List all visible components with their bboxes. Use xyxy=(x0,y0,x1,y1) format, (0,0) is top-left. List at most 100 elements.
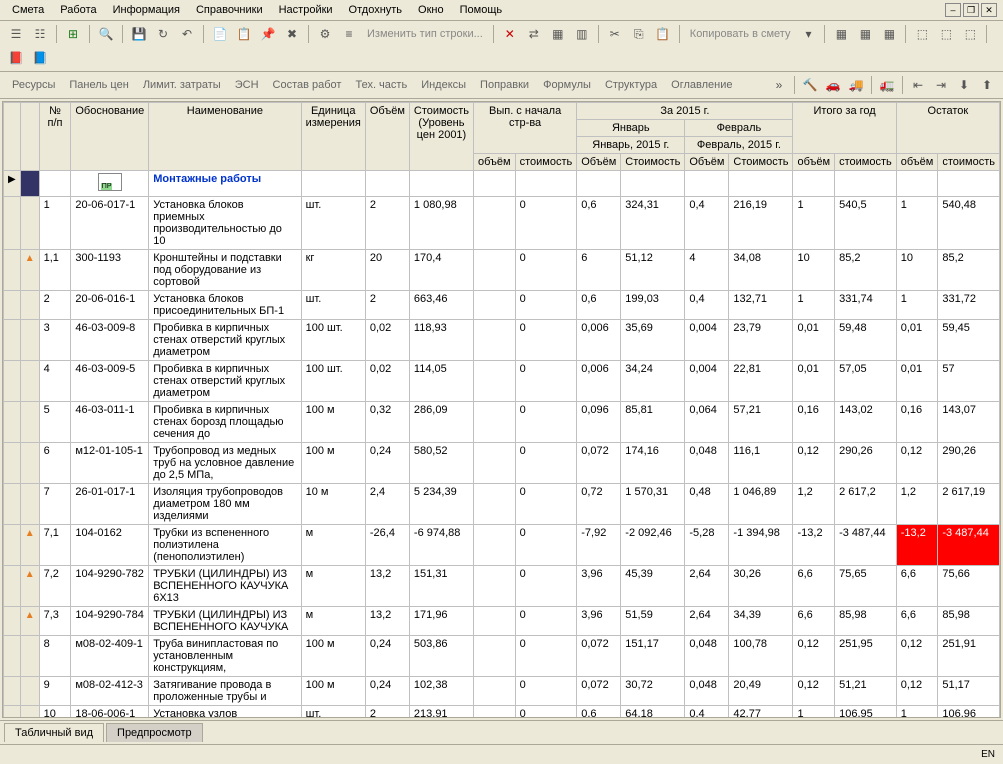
save-icon[interactable]: 💾 xyxy=(129,24,149,44)
menu-info[interactable]: Информация xyxy=(107,2,186,18)
tab-corrections[interactable]: Поправки xyxy=(474,77,535,93)
list-icon[interactable]: ≡ xyxy=(339,24,359,44)
copy-to-smeta[interactable]: Копировать в смету xyxy=(686,28,795,40)
sub-jcst[interactable]: Стоимость xyxy=(621,154,685,171)
cols-icon[interactable]: ▦ xyxy=(548,24,568,44)
sub-yvol[interactable]: объём xyxy=(793,154,835,171)
menu-rest[interactable]: Отдохнуть xyxy=(343,2,409,18)
menu-smeta[interactable]: Смета xyxy=(6,2,50,18)
menu-refs[interactable]: Справочники xyxy=(190,2,269,18)
table-row[interactable]: 546-03-011-1Пробивка в кирпичных стенах … xyxy=(4,402,1000,443)
tree2-icon[interactable]: ☷ xyxy=(30,24,50,44)
col-since[interactable]: Вып. с начала стр-ва xyxy=(473,103,576,154)
tab-toc[interactable]: Оглавление xyxy=(665,77,738,93)
table-row[interactable]: 446-03-009-5Пробивка в кирпичных стенах … xyxy=(4,361,1000,402)
table-row[interactable]: 346-03-009-8Пробивка в кирпичных стенах … xyxy=(4,320,1000,361)
menu-help[interactable]: Помощь xyxy=(454,2,509,18)
indent-icon[interactable]: ⬚ xyxy=(912,24,932,44)
menu-settings[interactable]: Настройки xyxy=(273,2,339,18)
excel-icon[interactable]: ⊞ xyxy=(63,24,83,44)
sub-jvol[interactable]: Объём xyxy=(577,154,621,171)
tab-pricepanel[interactable]: Панель цен xyxy=(63,77,134,93)
refresh-icon[interactable]: ↻ xyxy=(153,24,173,44)
table-row[interactable]: 8м08-02-409-1Труба винипластовая по уста… xyxy=(4,636,1000,677)
outdent-icon[interactable]: ⬚ xyxy=(936,24,956,44)
col-jan[interactable]: Январь xyxy=(577,120,685,137)
col-yeartotal[interactable]: Итого за год xyxy=(793,103,896,154)
tab-formulas[interactable]: Формулы xyxy=(537,77,597,93)
col-cost[interactable]: Стоимость (Уровень цен 2001) xyxy=(409,103,473,171)
sub-cst[interactable]: стоимость xyxy=(515,154,577,171)
tool-icon[interactable]: 🔨 xyxy=(800,75,820,95)
cut-icon[interactable]: ✂ xyxy=(605,24,625,44)
table-row[interactable]: 220-06-016-1Установка блоков присоединит… xyxy=(4,291,1000,320)
col-name[interactable]: Наименование xyxy=(149,103,301,171)
paste-icon[interactable]: 📌 xyxy=(258,24,278,44)
tab-table-view[interactable]: Табличный вид xyxy=(4,723,104,742)
right-align-icon[interactable]: ⇥ xyxy=(931,75,951,95)
car2-icon[interactable]: 🚚 xyxy=(846,75,866,95)
menu-window[interactable]: Окно xyxy=(412,2,450,18)
col-year[interactable]: За 2015 г. xyxy=(577,103,793,120)
copy-icon[interactable]: 📋 xyxy=(234,24,254,44)
sub-fcst[interactable]: Стоимость xyxy=(729,154,793,171)
col-unit[interactable]: Единица измерения xyxy=(301,103,365,171)
col-feb[interactable]: Февраль xyxy=(685,120,793,137)
table-row[interactable]: 726-01-017-1Изоляция трубопроводов диаме… xyxy=(4,484,1000,525)
tab-indexes[interactable]: Индексы xyxy=(415,77,472,93)
tab-sostav[interactable]: Состав работ xyxy=(267,77,348,93)
grid3-icon[interactable]: ▦ xyxy=(879,24,899,44)
grid1-icon[interactable]: ▦ xyxy=(831,24,851,44)
table-row[interactable]: ▲7,2104-9290-782ТРУБКИ (ЦИЛИНДРЫ) ИЗ ВСП… xyxy=(4,566,1000,607)
table-row[interactable]: ▲7,1104-0162Трубки из вспененного полиэт… xyxy=(4,525,1000,566)
left-align-icon[interactable]: ⇤ xyxy=(908,75,928,95)
menu-rabota[interactable]: Работа xyxy=(54,2,102,18)
col-npp[interactable]: № п/п xyxy=(39,103,71,171)
sub-rvol[interactable]: объём xyxy=(896,154,938,171)
down-icon[interactable]: ⬇ xyxy=(954,75,974,95)
table-row[interactable]: ▲7,3104-9290-784ТРУБКИ (ЦИЛИНДРЫ) ИЗ ВСП… xyxy=(4,607,1000,636)
cols2-icon[interactable]: ▥ xyxy=(572,24,592,44)
book-icon[interactable]: 📕 xyxy=(6,48,26,68)
link-icon[interactable]: ⇄ xyxy=(524,24,544,44)
collapse-icon[interactable]: ⬚ xyxy=(960,24,980,44)
tab-preview[interactable]: Предпросмотр xyxy=(106,723,203,742)
tab-resources[interactable]: Ресурсы xyxy=(6,77,61,93)
grid2-icon[interactable]: ▦ xyxy=(855,24,875,44)
sub-fvol[interactable]: Объём xyxy=(685,154,729,171)
tab-structure[interactable]: Структура xyxy=(599,77,663,93)
tree-icon[interactable]: ☰ xyxy=(6,24,26,44)
delete-icon[interactable]: ✖ xyxy=(282,24,302,44)
up-icon[interactable]: ⬆ xyxy=(977,75,997,95)
gear-icon[interactable]: ⚙ xyxy=(315,24,335,44)
table-row[interactable]: 6м12-01-105-1Трубопровод из медных труб … xyxy=(4,443,1000,484)
table-row[interactable]: 9м08-02-412-3Затягивание провода в проло… xyxy=(4,677,1000,706)
restore-button[interactable]: ❐ xyxy=(963,3,979,17)
tab-limit[interactable]: Лимит. затраты xyxy=(137,77,227,93)
car3-icon[interactable]: 🚛 xyxy=(877,75,897,95)
col-feb-full[interactable]: Февраль, 2015 г. xyxy=(685,137,793,154)
sub-rcst[interactable]: стоимость xyxy=(938,154,1000,171)
paste2-icon[interactable]: 📋 xyxy=(653,24,673,44)
chevron-right-icon[interactable]: » xyxy=(769,75,789,95)
table-row[interactable]: ▲1,1300-1193Кронштейны и подставки под о… xyxy=(4,250,1000,291)
table-row[interactable]: 1018-06-006-1Установка узлов конденсатоо… xyxy=(4,706,1000,719)
minimize-button[interactable]: – xyxy=(945,3,961,17)
copy2-icon[interactable]: ⎘ xyxy=(629,24,649,44)
data-grid[interactable]: № п/п Обоснование Наименование Единица и… xyxy=(2,101,1001,718)
sub-vol[interactable]: объём xyxy=(473,154,515,171)
col-jan-full[interactable]: Январь, 2015 г. xyxy=(577,137,685,154)
change-line-type[interactable]: Изменить тип строки... xyxy=(363,28,487,40)
col-remainder[interactable]: Остаток xyxy=(896,103,999,154)
close-button[interactable]: ✕ xyxy=(981,3,997,17)
dropdown-icon[interactable]: ▾ xyxy=(798,24,818,44)
sub-ycst[interactable]: стоимость xyxy=(835,154,897,171)
table-row[interactable]: 120-06-017-1Установка блоков приемных пр… xyxy=(4,197,1000,250)
tab-esn[interactable]: ЭСН xyxy=(229,77,265,93)
tab-tech[interactable]: Тех. часть xyxy=(349,77,413,93)
car-icon[interactable]: 🚗 xyxy=(823,75,843,95)
search-icon[interactable]: 🔍 xyxy=(96,24,116,44)
col-basis[interactable]: Обоснование xyxy=(71,103,149,171)
doc-icon[interactable]: 📄 xyxy=(210,24,230,44)
book2-icon[interactable]: 📘 xyxy=(30,48,50,68)
